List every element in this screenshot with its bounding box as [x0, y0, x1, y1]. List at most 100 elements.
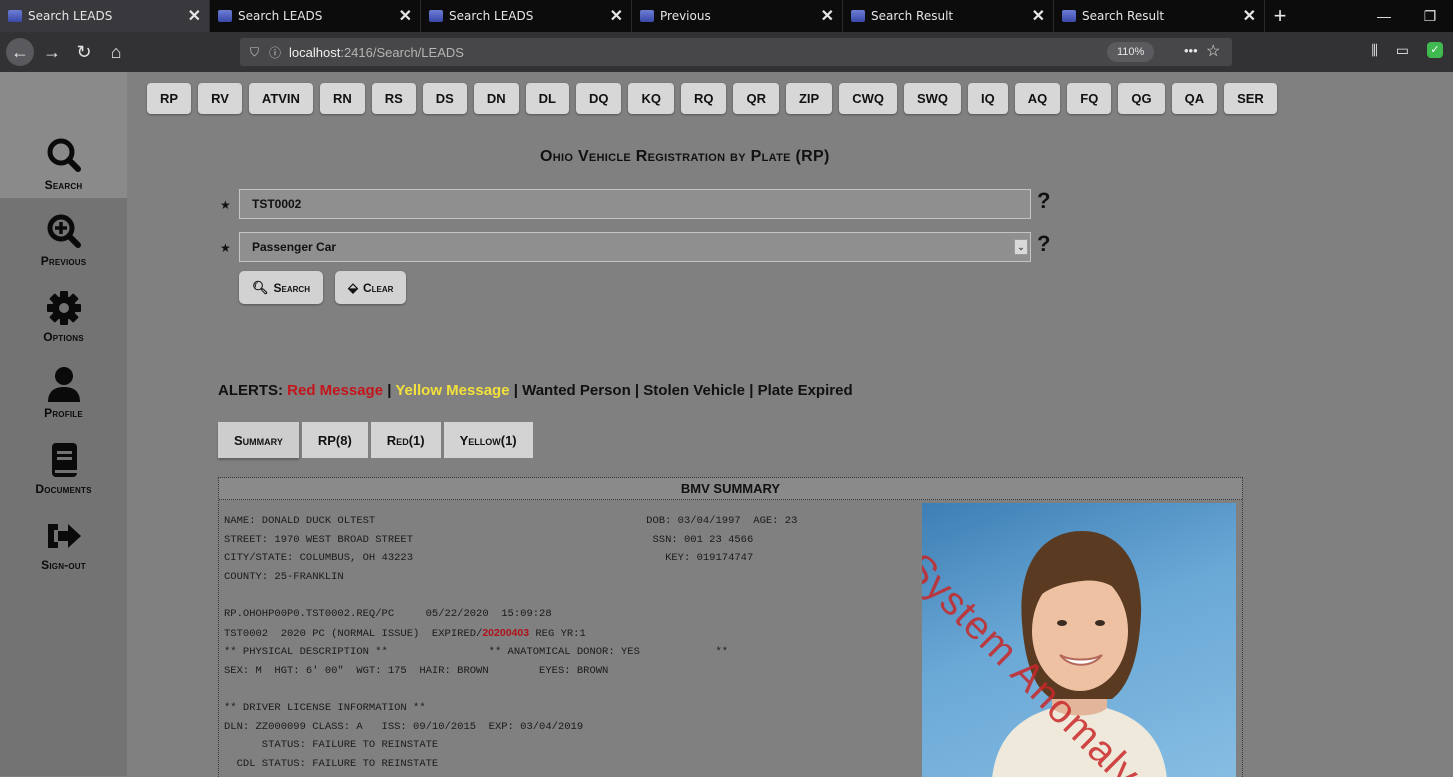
- browser-tab-label: Search LEADS: [28, 9, 113, 23]
- query-button-rn[interactable]: RN: [319, 83, 365, 114]
- close-tab-icon[interactable]: ✕: [399, 6, 412, 26]
- sidebar-item-sign-out[interactable]: Sign-out: [0, 502, 127, 578]
- summary-line: REG YR:1: [529, 627, 586, 640]
- required-star-icon: ★: [220, 241, 231, 255]
- query-button-kq[interactable]: KQ: [628, 83, 674, 114]
- query-button-qr[interactable]: QR: [733, 83, 779, 114]
- browser-tab-label: Search LEADS: [238, 9, 323, 23]
- query-button-atvin[interactable]: ATVIN: [248, 83, 313, 114]
- browser-tab[interactable]: Previous ✕: [632, 0, 843, 32]
- tab-red[interactable]: Red(1): [370, 422, 441, 458]
- home-icon[interactable]: ⌂: [102, 38, 130, 66]
- url-host: localhost: [289, 44, 341, 60]
- plate-help-icon[interactable]: ?: [1037, 188, 1050, 214]
- query-button-rp[interactable]: RP: [147, 83, 192, 114]
- close-tab-icon[interactable]: ✕: [610, 6, 623, 26]
- query-button-rq[interactable]: RQ: [680, 83, 727, 114]
- sign-out-icon: [47, 524, 81, 548]
- alert-yellow-message: Yellow Message: [395, 382, 510, 399]
- chevron-down-icon[interactable]: ⌄: [1014, 239, 1028, 255]
- zoom-level-badge[interactable]: 110%: [1107, 42, 1155, 62]
- toolbar-right: ⫼ ▭ ✓: [1371, 42, 1443, 59]
- search-icon: 🔍︎: [252, 279, 269, 295]
- query-button-dq[interactable]: DQ: [575, 83, 622, 114]
- browser-tab[interactable]: Search Result ✕: [1054, 0, 1265, 32]
- plate-number-input[interactable]: TST0002: [239, 189, 1031, 219]
- new-tab-button[interactable]: +: [1265, 0, 1295, 32]
- browser-tab-strip: Search LEADS ✕ Search LEADS ✕ Search LEA…: [0, 0, 1453, 32]
- sidebar-item-options[interactable]: Options: [0, 274, 127, 350]
- alert-separator: |: [387, 382, 392, 399]
- tab-yellow[interactable]: Yellow(1): [443, 422, 533, 458]
- query-button-zip[interactable]: ZIP: [785, 83, 833, 114]
- browser-tab[interactable]: Search LEADS ✕: [210, 0, 421, 32]
- sidebar: Search Previous Options Profile Document…: [0, 72, 127, 776]
- driver-photo: System Anomaly: [922, 503, 1236, 777]
- gear-icon: [46, 291, 81, 325]
- query-button-cwq[interactable]: CWQ: [839, 83, 897, 114]
- search-button-label: Search: [273, 280, 310, 295]
- sidebar-item-documents[interactable]: Documents: [0, 426, 127, 502]
- forward-arrow-icon[interactable]: →: [38, 38, 66, 66]
- reload-icon[interactable]: ↻: [70, 38, 98, 66]
- plate-type-select[interactable]: Passenger Car ⌄: [239, 232, 1031, 262]
- browser-tab-label: Search LEADS: [449, 9, 534, 23]
- query-button-rs[interactable]: RS: [371, 83, 416, 114]
- summary-header: BMV SUMMARY: [219, 478, 1242, 500]
- close-tab-icon[interactable]: ✕: [821, 6, 834, 26]
- alert-separator: |: [634, 382, 640, 399]
- browser-tab[interactable]: Search LEADS ✕: [421, 0, 632, 32]
- sidebar-item-label: Options: [43, 330, 84, 344]
- close-tab-icon[interactable]: ✕: [1243, 6, 1256, 26]
- sidebar-item-search[interactable]: Search: [0, 122, 127, 198]
- query-button-swq[interactable]: SWQ: [903, 83, 962, 114]
- query-button-dl[interactable]: DL: [525, 83, 569, 114]
- leads-app: Search Previous Options Profile Document…: [0, 72, 1453, 777]
- sidebar-item-label: Search: [44, 178, 83, 192]
- query-button-fq[interactable]: FQ: [1067, 83, 1112, 114]
- library-icon[interactable]: ⫼: [1371, 42, 1377, 59]
- sidebar-header: [0, 72, 127, 122]
- plate-type-help-icon[interactable]: ?: [1037, 231, 1050, 257]
- alert-wanted-person: Wanted Person: [522, 382, 631, 399]
- query-button-dn[interactable]: DN: [473, 83, 519, 114]
- site-info-icon[interactable]: ⓘ: [269, 44, 281, 61]
- browser-tab[interactable]: Search Result ✕: [843, 0, 1054, 32]
- site-favicon-icon: [640, 10, 654, 22]
- address-bar[interactable]: ⛉ ⓘ localhost :2416/Search/LEADS 110% ••…: [240, 38, 1232, 66]
- tab-rp[interactable]: RP(8): [301, 422, 368, 458]
- search-button[interactable]: 🔍︎ Search: [239, 271, 323, 304]
- summary-line: CITY/STATE: COLUMBUS, OH 43223 KEY: 0191…: [224, 552, 754, 565]
- query-type-bar: RP RV ATVIN RN RS DS DN DL DQ KQ RQ QR Z…: [147, 83, 1277, 114]
- query-button-rv[interactable]: RV: [198, 83, 242, 114]
- page-actions-icon[interactable]: •••: [1184, 43, 1198, 58]
- close-tab-icon[interactable]: ✕: [1032, 6, 1045, 26]
- query-button-iq[interactable]: IQ: [968, 83, 1008, 114]
- tracking-shield-icon[interactable]: ⛉: [250, 45, 259, 60]
- window-controls: — ❐: [1361, 0, 1453, 32]
- summary-line: SEX: M HGT: 6' 00" WGT: 175 HAIR: BROWN …: [224, 664, 609, 677]
- query-button-aq[interactable]: AQ: [1014, 83, 1061, 114]
- sidebar-item-label: Documents: [35, 482, 92, 496]
- clear-button[interactable]: ⬙ Clear: [335, 271, 407, 304]
- result-tabs: Summary RP(8) Red(1) Yellow(1): [218, 422, 533, 458]
- extension-shield-icon[interactable]: ✓: [1427, 42, 1443, 58]
- sidebar-item-profile[interactable]: Profile: [0, 350, 127, 426]
- tab-summary[interactable]: Summary: [218, 422, 299, 458]
- restore-icon[interactable]: ❐: [1407, 0, 1453, 32]
- bookmark-star-icon[interactable]: ☆: [1206, 41, 1220, 61]
- minimize-icon[interactable]: —: [1361, 0, 1407, 32]
- query-button-qg[interactable]: QG: [1118, 83, 1165, 114]
- summary-line: DLN: ZZ000099 CLASS: A ISS: 09/10/2015 E…: [224, 720, 584, 733]
- sidebar-item-previous[interactable]: Previous: [0, 198, 127, 274]
- alerts-prefix: ALERTS:: [218, 382, 283, 399]
- query-button-qa[interactable]: QA: [1171, 83, 1218, 114]
- back-arrow-icon[interactable]: ←: [6, 38, 34, 66]
- browser-tab[interactable]: Search LEADS ✕: [0, 0, 210, 32]
- sidebar-toggle-icon[interactable]: ▭: [1396, 42, 1409, 59]
- query-button-ds[interactable]: DS: [422, 83, 467, 114]
- query-button-ser[interactable]: SER: [1224, 83, 1277, 114]
- summary-line: STATUS: FAILURE TO REINSTATE: [224, 739, 439, 752]
- close-tab-icon[interactable]: ✕: [188, 6, 201, 26]
- url-path: :2416/Search/LEADS: [340, 44, 464, 60]
